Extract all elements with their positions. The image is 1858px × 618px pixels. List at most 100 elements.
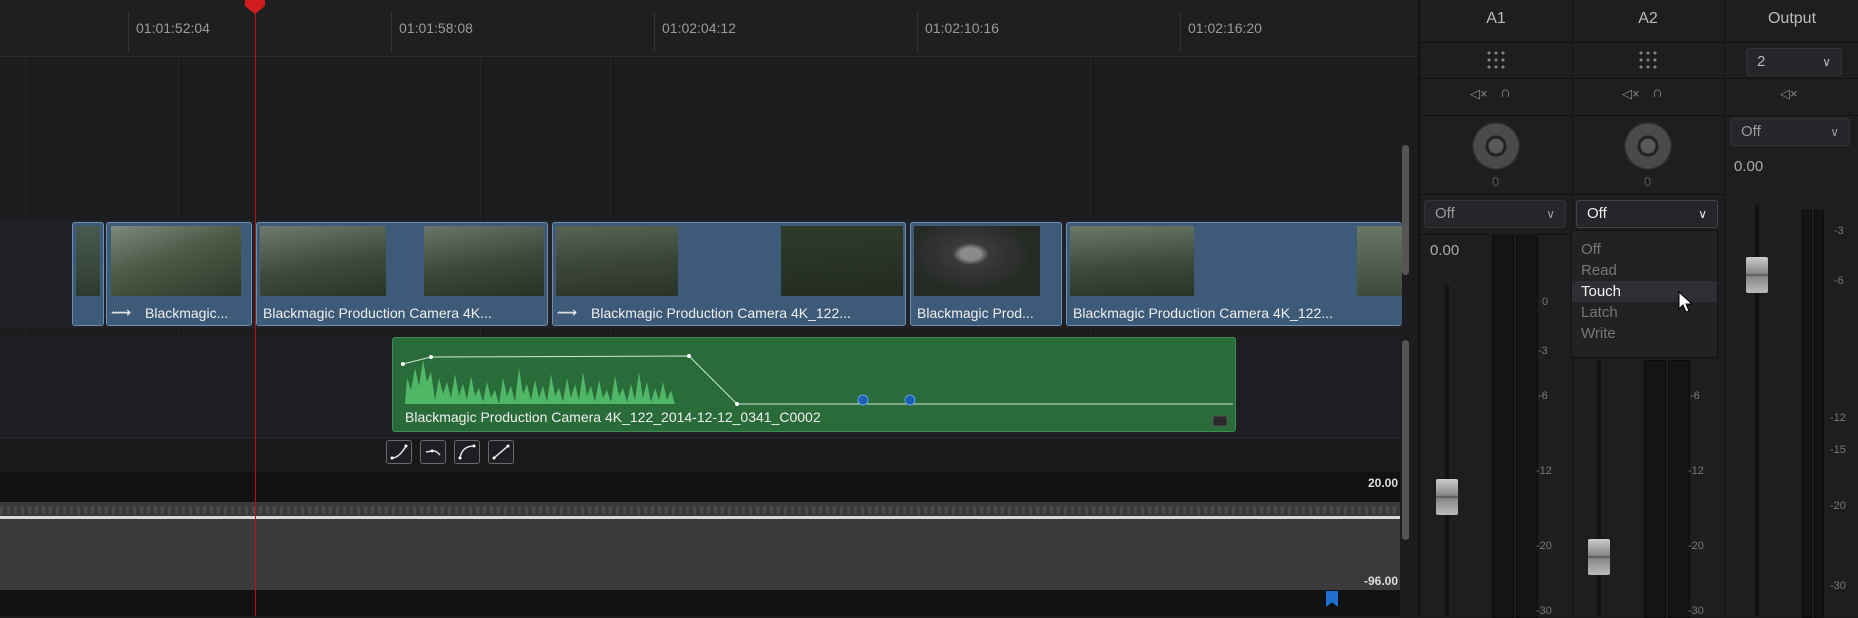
level-bottom-label: -96.00 xyxy=(1363,574,1398,588)
mouse-cursor-icon xyxy=(1678,291,1694,313)
video-clip[interactable]: ⟿ Blackmagic... xyxy=(106,222,252,326)
fader-track[interactable] xyxy=(1445,285,1449,616)
volume-fader[interactable] xyxy=(1588,539,1610,576)
clip-label: Blackmagic Prod... xyxy=(917,305,1034,321)
scale-label: -20 xyxy=(1830,500,1846,512)
clip-thumbnail xyxy=(76,226,100,296)
output-select-dropdown[interactable]: 2 ∨ xyxy=(1746,48,1842,76)
level-meter xyxy=(1814,210,1824,618)
scale-label: -6 xyxy=(1834,275,1844,287)
ruler-tick xyxy=(917,12,918,52)
ruler-timecode: 01:01:52:04 xyxy=(136,20,210,36)
playhead-handle[interactable] xyxy=(245,0,265,14)
ruler-tick xyxy=(1180,12,1181,52)
pan-knob[interactable] xyxy=(1472,122,1520,170)
scale-label: -12 xyxy=(1830,412,1846,424)
automation-dropdown[interactable]: Off ∨ xyxy=(1576,200,1718,228)
clip-thumbnail xyxy=(111,226,241,296)
automation-value: Off xyxy=(1435,205,1455,222)
menu-item-write[interactable]: Write xyxy=(1572,323,1717,344)
level-meter xyxy=(1668,360,1690,618)
ruler-tick xyxy=(654,12,655,52)
mute-icon[interactable]: ◁× xyxy=(1780,86,1798,102)
scale-label: -20 xyxy=(1536,540,1552,552)
audio-level-graph[interactable] xyxy=(0,502,1400,590)
channel-name: A2 xyxy=(1638,10,1658,27)
chevron-down-icon: ∨ xyxy=(1546,207,1555,221)
pan-value: 0 xyxy=(1492,174,1500,189)
volume-value: 0.00 xyxy=(1430,242,1460,259)
playhead-line[interactable] xyxy=(255,10,256,616)
chevron-down-icon: ∨ xyxy=(1698,207,1707,221)
video-clip[interactable]: Blackmagic Prod... xyxy=(910,222,1062,326)
menu-item-off[interactable]: Off xyxy=(1572,239,1717,260)
clip-label: Blackmagic Production Camera 4K... xyxy=(263,305,492,321)
speed-change-icon: ⟿ xyxy=(111,304,132,320)
level-noise xyxy=(0,506,1400,514)
speed-change-icon: ⟿ xyxy=(557,304,578,320)
timeline-panel[interactable]: 01:01:52:04 01:01:58:08 01:02:04:12 01:0… xyxy=(0,0,1420,616)
chevron-down-icon: ∨ xyxy=(1830,125,1839,139)
clip-thumbnail xyxy=(424,226,544,296)
patch-grid-icon[interactable] xyxy=(1638,50,1658,70)
clip-label: Blackmagic... xyxy=(145,305,229,321)
ruler-timecode: 01:02:10:16 xyxy=(925,20,999,36)
chevron-down-icon: ∨ xyxy=(1822,55,1831,69)
automation-dropdown[interactable]: Off ∨ xyxy=(1730,118,1850,146)
automation-dropdown[interactable]: Off ∨ xyxy=(1424,200,1566,228)
fader-track[interactable] xyxy=(1597,360,1601,616)
level-meter xyxy=(1516,236,1538,618)
audio-track-scrollbar[interactable] xyxy=(1402,340,1409,540)
menu-item-read[interactable]: Read xyxy=(1572,260,1717,281)
clip-thumbnail xyxy=(781,226,903,296)
scale-label: -3 xyxy=(1834,225,1844,237)
headphones-icon[interactable]: ∩ xyxy=(1500,84,1511,101)
audio-clip[interactable]: Blackmagic Production Camera 4K_122_2014… xyxy=(392,337,1236,432)
patch-grid-icon[interactable] xyxy=(1486,50,1506,70)
keyframe[interactable] xyxy=(857,394,869,406)
ruler-tick xyxy=(391,12,392,52)
mute-icon[interactable]: ◁× xyxy=(1622,86,1640,102)
level-top-label: 20.00 xyxy=(1367,476,1398,490)
ruler-timecode: 01:01:58:08 xyxy=(399,20,473,36)
video-clip[interactable]: ⟿ Blackmagic Production Camera 4K_122... xyxy=(552,222,906,326)
level-meter xyxy=(1802,210,1812,618)
level-meter xyxy=(1644,360,1666,618)
ruler-timecode: 01:02:16:20 xyxy=(1188,20,1262,36)
video-clip[interactable]: Blackmagic Production Camera 4K... xyxy=(256,222,548,326)
ruler-tick xyxy=(128,12,129,52)
volume-fader[interactable] xyxy=(1746,256,1768,293)
ease-in-out-curve-button[interactable] xyxy=(454,440,480,464)
timecode-ruler[interactable]: 01:01:52:04 01:01:58:08 01:02:04:12 01:0… xyxy=(0,0,1420,57)
channel-name: Output xyxy=(1767,10,1817,27)
keyframe[interactable] xyxy=(904,394,916,406)
curve-tools-row xyxy=(0,437,1400,470)
keyframe[interactable] xyxy=(735,402,739,406)
keyframe[interactable] xyxy=(687,354,691,358)
scale-label: -12 xyxy=(1536,465,1552,477)
video-track-scrollbar[interactable] xyxy=(1402,145,1409,275)
volume-fader[interactable] xyxy=(1436,478,1458,515)
clip-thumbnail xyxy=(260,226,386,296)
ease-in-curve-button[interactable] xyxy=(386,440,412,464)
clip-label: Blackmagic Production Camera 4K_122_2014… xyxy=(405,409,821,425)
pan-knob[interactable] xyxy=(1624,122,1672,170)
linear-curve-button[interactable] xyxy=(488,440,514,464)
clip-menu-icon[interactable] xyxy=(1212,415,1228,427)
video-clip[interactable] xyxy=(72,222,104,326)
scale-label: -12 xyxy=(1688,465,1704,477)
keyframe[interactable] xyxy=(429,355,433,359)
automation-value: Off xyxy=(1587,205,1607,222)
ease-out-curve-button[interactable] xyxy=(420,440,446,464)
video-clip[interactable]: Blackmagic Production Camera 4K_122... xyxy=(1066,222,1402,326)
headphones-icon[interactable]: ∩ xyxy=(1652,84,1663,101)
keyframe[interactable] xyxy=(401,362,405,366)
volume-value: 0.00 xyxy=(1734,158,1764,175)
mixer-channel-a1: A1 ◁× ∩ 0 Off ∨ 0.00 0 -3 -6 -12 -20 -30 xyxy=(1420,0,1573,618)
clip-thumbnail xyxy=(556,226,678,296)
ruler-timecode: 01:02:04:12 xyxy=(662,20,736,36)
clip-label: Blackmagic Production Camera 4K_122... xyxy=(1073,305,1333,321)
mute-icon[interactable]: ◁× xyxy=(1470,86,1488,102)
level-line[interactable] xyxy=(0,516,1400,519)
scale-label: 0 xyxy=(1542,296,1549,308)
